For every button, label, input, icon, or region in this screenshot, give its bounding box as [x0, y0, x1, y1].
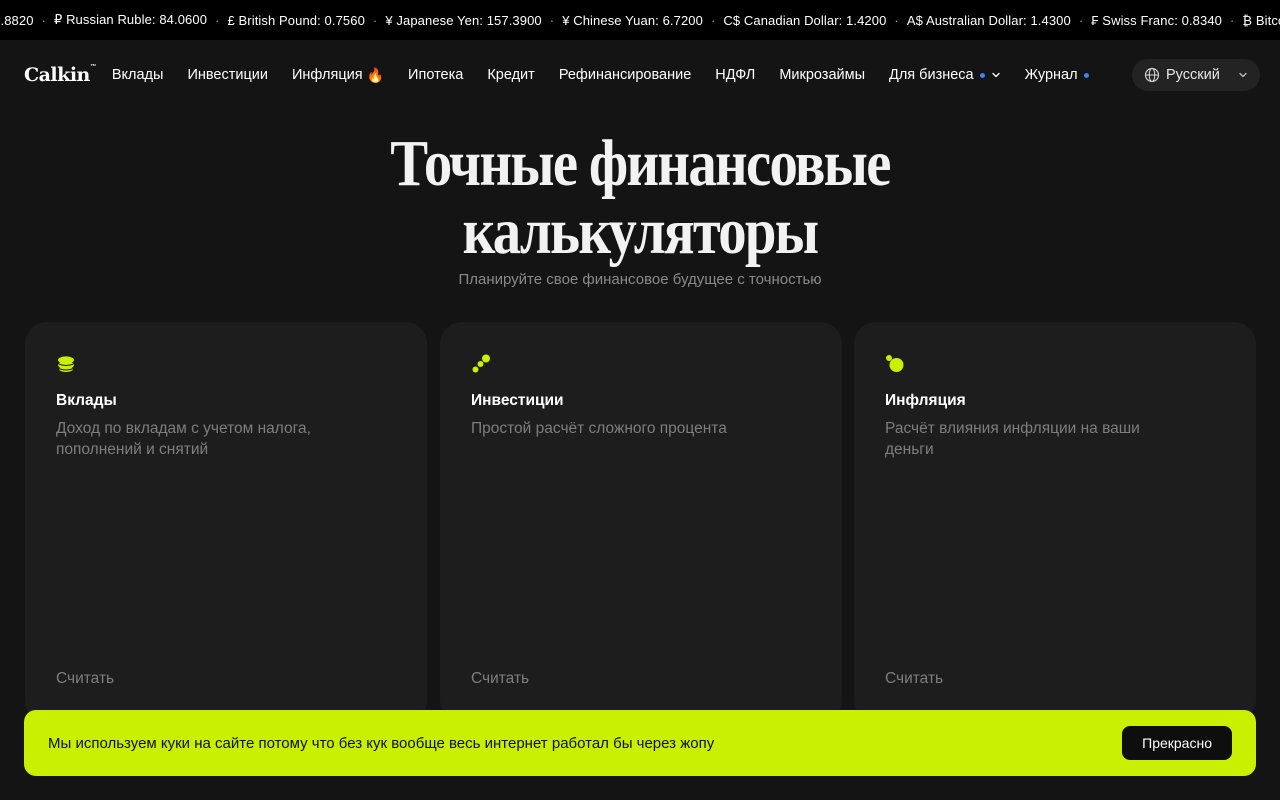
new-dot-icon [979, 72, 985, 78]
ticker-item: C$ Canadian Dollar: 1.4200 [723, 12, 887, 28]
nav-link-mortgage[interactable]: Ипотека [408, 67, 463, 83]
cookie-banner: Мы используем куки на сайте потому что б… [24, 710, 1256, 776]
calculate-link[interactable]: Считать [471, 670, 529, 688]
nav-link-business-label: Для бизнеса [889, 67, 974, 83]
ticker-separator: · [894, 12, 899, 28]
card-title: Вклады [56, 392, 117, 409]
nav-link-investments[interactable]: Инвестиции [187, 67, 268, 83]
page-title-line1: Точные финансовые [390, 127, 891, 200]
ticker-separator: · [215, 12, 220, 28]
coins-icon [58, 356, 74, 372]
card-inflation[interactable]: Инфляция Расчёт влияния инфляции на ваши… [854, 322, 1256, 722]
card-description: Доход по вкладам с учетом налога, пополн… [56, 420, 311, 458]
language-selector[interactable]: Русский [1132, 59, 1260, 91]
nav-link-inflation[interactable]: Инфляция 🔥 [292, 67, 384, 84]
card-deposits[interactable]: Вклады Доход по вкладам с учетом налога,… [25, 322, 427, 722]
nav-link-refinancing[interactable]: Рефинансирование [559, 67, 691, 83]
language-label: Русский [1166, 67, 1220, 83]
currency-ticker: ro: 0.8820 · ₽ Russian Ruble: 84.0600 · … [0, 0, 1280, 40]
chevron-down-icon [1239, 72, 1247, 78]
ticker-item: ¥ Japanese Yen: 157.3900 [385, 12, 542, 28]
cookie-text: Мы используем куки на сайте потому что б… [48, 734, 715, 752]
fire-icon: 🔥 [366, 66, 385, 83]
page-title-line2: калькуляторы [462, 195, 819, 268]
page-subtitle: Планируйте свое финансовое будущее с точ… [458, 271, 822, 288]
ticker-separator: · [710, 12, 716, 28]
calculate-link[interactable]: Считать [885, 670, 943, 688]
logo-text: Calkin [24, 64, 90, 86]
ticker-item: ro: 0.8820 [0, 12, 34, 28]
ticker-item: ¥ Chinese Yuan: 6.7200 [562, 12, 703, 28]
ticker-item: A$ Australian Dollar: 1.4300 [906, 12, 1071, 28]
nav-link-journal-label: Журнал [1024, 67, 1078, 83]
nav-link-business[interactable]: Для бизнеса [889, 67, 1001, 83]
ticker-separator: · [1078, 12, 1084, 28]
calculator-cards: Вклады Доход по вкладам с учетом налога,… [25, 322, 1256, 722]
page: ro: 0.8820 · ₽ Russian Ruble: 84.0600 · … [0, 0, 1280, 800]
bubbles-icon [886, 355, 904, 372]
nav-link-credit[interactable]: Кредит [487, 67, 534, 83]
nav-link-microloans[interactable]: Микрозаймы [779, 67, 865, 83]
card-investments[interactable]: Инвестиции Простой расчёт сложного проце… [440, 322, 842, 722]
card-description: Расчёт влияния инфляции на ваши деньги [885, 420, 1140, 458]
ticker-separator: · [372, 12, 378, 28]
ticker-item: ₣ Swiss Franc: 0.8340 [1091, 12, 1222, 28]
ticker-separator: · [1229, 12, 1235, 28]
ticker-track: ro: 0.8820 · ₽ Russian Ruble: 84.0600 · … [0, 0, 1280, 40]
growth-dots-icon [472, 354, 490, 373]
card-title: Инвестиции [471, 392, 564, 409]
nav-link-journal[interactable]: Журнал [1025, 67, 1089, 83]
ticker-item: ₿ Bitcoin: 83 809 [1242, 12, 1280, 28]
card-title: Инфляция [885, 392, 966, 409]
ticker-item: £ British Pound: 0.7560 [227, 12, 365, 28]
nav-link-deposits[interactable]: Вклады [112, 67, 164, 83]
chevron-down-icon [991, 72, 1000, 78]
globe-icon [1144, 67, 1160, 83]
cookie-accept-button[interactable]: Прекрасно [1122, 726, 1232, 760]
nav-link-ndfl[interactable]: НДФЛ [715, 67, 755, 83]
ticker-separator: · [549, 12, 555, 28]
nav-links: Вклады Инвестиции Инфляция 🔥 Ипотека Кре… [112, 67, 1113, 84]
calculate-link[interactable]: Считать [56, 670, 114, 688]
page-title: Точные финансовые калькуляторы [90, 130, 1191, 266]
ticker-separator: · [41, 12, 46, 28]
logo[interactable]: Calkin ™ [24, 64, 96, 86]
ticker-item: ₽ Russian Ruble: 84.0600 [53, 12, 208, 27]
logo-trademark: ™ [90, 64, 96, 70]
new-dot-icon [1083, 72, 1089, 78]
main-nav: Calkin ™ Вклады Инвестиции Инфляция 🔥 Ипо… [0, 40, 1280, 110]
nav-link-inflation-label: Инфляция [291, 67, 363, 83]
card-description: Простой расчёт сложного процента [471, 420, 727, 437]
